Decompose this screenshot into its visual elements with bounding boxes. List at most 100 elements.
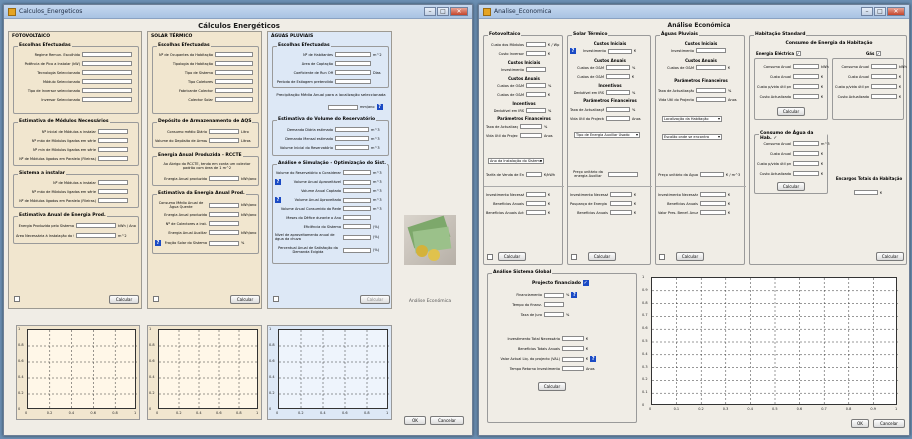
help-icon[interactable]: ? (570, 48, 576, 54)
econ-ap-checkbox[interactable] (659, 254, 665, 260)
field-label: Custo Inversor (498, 51, 524, 56)
y-tick-label: 0.8 (149, 343, 155, 347)
input-field[interactable] (606, 116, 630, 121)
input-field[interactable] (696, 65, 726, 70)
input-field[interactable] (608, 48, 632, 54)
readonly-field (793, 84, 819, 89)
minimize-button[interactable]: – (861, 7, 873, 16)
gas-label: Gás ✓ (866, 51, 881, 56)
st-checkbox[interactable] (153, 296, 159, 302)
st-calcular-button[interactable]: Calcular (230, 295, 260, 304)
readonly-field (610, 192, 632, 197)
econ-fv-calcular-button[interactable]: Calcular (498, 252, 526, 261)
field-label: Custo p/vida útil proj. (757, 84, 791, 89)
econ-st-calcular-button[interactable]: Calcular (588, 252, 616, 261)
close-button[interactable]: ✕ (887, 7, 905, 16)
field-label: Benefícios Anuais (493, 201, 524, 206)
input-field[interactable] (606, 90, 630, 95)
subheading: Parâmetros Financeiros (583, 98, 637, 103)
fv-checkbox[interactable] (14, 296, 20, 302)
help-icon[interactable]: ? (155, 240, 161, 246)
x-tick-label: 0 (156, 411, 159, 415)
field-label: Investimento Necessário (486, 192, 524, 197)
help-icon[interactable]: ? (376, 104, 383, 110)
help-icon[interactable]: ? (275, 197, 281, 203)
field-label: Tipo de Sistema (184, 70, 213, 75)
analise-economica-image[interactable] (404, 215, 456, 265)
econ-fv-checkbox[interactable] (487, 254, 493, 260)
readonly-field (871, 84, 897, 89)
readonly-field (209, 176, 239, 181)
unit: € (728, 210, 731, 215)
input-field[interactable] (544, 302, 564, 307)
help-icon[interactable]: ? (571, 292, 578, 298)
habitacao-section: Habitação Standard Consumo de Energia da… (749, 32, 907, 265)
input-field[interactable] (696, 48, 726, 53)
readonly-field (76, 223, 116, 228)
input-field[interactable] (793, 64, 819, 69)
agua-calcular-button[interactable]: Calcular (777, 182, 805, 191)
section-title: Estimativa do Volume do Reservatório (277, 117, 377, 122)
readonly-field (215, 79, 253, 84)
input-field[interactable] (526, 42, 546, 47)
input-field[interactable] (696, 88, 726, 93)
input-field[interactable] (544, 292, 564, 298)
maximize-button[interactable]: □ (874, 7, 886, 16)
input-field[interactable] (608, 171, 638, 177)
input-field[interactable] (520, 124, 542, 129)
eletrica-calcular-button[interactable]: Calcular (777, 107, 805, 116)
cancel-button[interactable]: Cancelar (873, 419, 905, 428)
econ-st-checkbox[interactable] (571, 254, 577, 260)
field-label: Nível de aproveitamento anual de água da… (275, 233, 335, 241)
input-field[interactable] (871, 64, 897, 69)
right-titlebar[interactable]: Analise_Economica – □ ✕ (479, 5, 909, 19)
solar-termico-panel: SOLAR TÉRMICO Escolhas Efectuadas Nº de … (147, 31, 262, 309)
minimize-button[interactable]: – (424, 7, 436, 16)
energia-auxiliar-dropdown[interactable]: Tipo de Energia Auxiliar Usado (574, 132, 640, 138)
ok-button[interactable]: OK (851, 419, 869, 428)
readonly-field (871, 94, 897, 99)
input-field[interactable] (793, 141, 819, 146)
help-icon[interactable]: ? (590, 356, 597, 362)
ano-instalacao-dropdown[interactable]: Ano da Instalação do Sistema (488, 158, 544, 164)
field-label: Custo Actualizado (759, 94, 791, 99)
subheading: Custos Anuais (685, 58, 717, 63)
readonly-field (215, 97, 253, 102)
input-field[interactable] (606, 107, 630, 112)
field-label: Energia Anual produzida (164, 212, 207, 217)
input-field[interactable] (526, 172, 542, 177)
input-field[interactable] (520, 133, 542, 138)
help-icon[interactable]: ? (275, 179, 281, 185)
ap-calcular-button[interactable]: Calcular (360, 295, 390, 304)
input-field[interactable] (700, 172, 724, 177)
y-tick-label: 0.4 (642, 351, 648, 356)
escalao-dropdown[interactable]: Escalão onde se encontra (662, 134, 722, 140)
left-titlebar[interactable]: Calculos_Energeticos – □ ✕ (4, 5, 472, 19)
cancel-button[interactable]: Cancelar (430, 416, 464, 425)
localizacao-dropdown[interactable]: Localização da Habitação (662, 116, 722, 122)
ap-escolhas-section: Escolhas Efectuadas Nº de Habitantes m^2 … (272, 43, 389, 88)
input-field[interactable] (526, 83, 546, 88)
ap-checkbox[interactable] (273, 296, 279, 302)
agua-box: Consumo de Água da Hab. ✓ Consumo Anual m… (754, 131, 830, 194)
field-label: Investimento Necessário (570, 192, 608, 197)
input-field[interactable] (526, 108, 546, 113)
close-button[interactable]: ✕ (450, 7, 468, 16)
global-calcular-button[interactable]: Calcular (538, 382, 566, 391)
ok-button[interactable]: OK (404, 416, 426, 425)
unit: (%) (373, 235, 380, 239)
analise-economica-label[interactable]: Análise Económica (400, 299, 460, 304)
unit: Litros (241, 138, 251, 143)
input-field[interactable] (526, 51, 546, 56)
econ-ap-calcular-button[interactable]: Calcular (676, 252, 704, 261)
unit: € (821, 151, 824, 156)
input-field[interactable] (544, 312, 564, 317)
maximize-button[interactable]: □ (437, 7, 449, 16)
input-field[interactable] (696, 97, 726, 102)
fv-calcular-button[interactable]: Calcular (109, 295, 139, 304)
field-label: Nº de Módulos ligados em Paralelo (Filei… (19, 198, 96, 203)
section-title: Fotovoltaico (488, 32, 522, 37)
habitacao-calcular-button[interactable]: Calcular (876, 252, 904, 261)
analise-global-section: Análise Sistema Global Projecto financia… (487, 270, 637, 423)
input-field[interactable] (606, 65, 630, 70)
